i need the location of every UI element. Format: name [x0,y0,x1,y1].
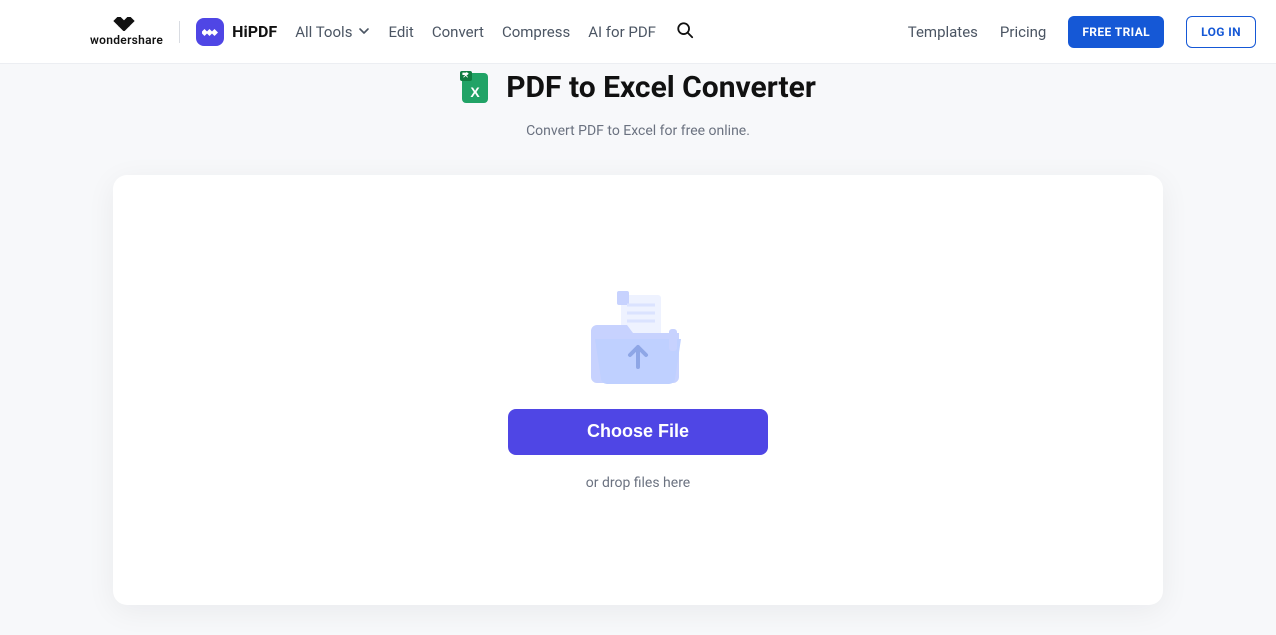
menu-label: Edit [388,23,413,41]
top-nav: wondershare HiPDF All Tools [0,0,1276,64]
hipdf-badge-icon [196,18,224,46]
hero: X PDF to Excel Converter Convert PDF to … [0,64,1276,139]
menu-label: All Tools [295,23,352,41]
hero-title-row: X PDF to Excel Converter [460,70,816,105]
search-icon [676,21,694,43]
menu-convert[interactable]: Convert [432,23,484,41]
page-subtitle: Convert PDF to Excel for free online. [0,123,1276,139]
free-trial-button[interactable]: FREE TRIAL [1068,16,1164,48]
choose-file-button[interactable]: Choose File [508,409,768,455]
drop-hint: or drop files here [586,475,690,491]
login-button[interactable]: LOG IN [1186,16,1256,48]
search-button[interactable] [674,21,696,43]
upload-folder-icon [583,289,693,389]
excel-file-icon: X [460,71,490,105]
logo-block: wondershare HiPDF [90,17,277,46]
divider [179,21,180,43]
wondershare-logo[interactable]: wondershare [90,17,163,46]
upload-panel[interactable]: Choose File or drop files here [113,175,1163,605]
menu-compress[interactable]: Compress [502,23,570,41]
brand-link[interactable]: HiPDF [196,18,277,46]
nav-pricing[interactable]: Pricing [1000,23,1046,41]
page: X PDF to Excel Converter Convert PDF to … [0,64,1276,635]
nav-right: Templates Pricing FREE TRIAL LOG IN [908,16,1256,48]
page-title: PDF to Excel Converter [506,70,816,105]
brand-name: HiPDF [232,22,277,41]
menu-label: AI for PDF [588,23,656,41]
menu-label: Convert [432,23,484,41]
chevron-down-icon [358,23,370,41]
svg-text:X: X [471,84,481,100]
main-menu: All Tools Edit Convert Compress AI for P… [295,21,696,43]
menu-all-tools[interactable]: All Tools [295,23,370,41]
wondershare-mark-icon [113,17,141,31]
menu-ai-for-pdf[interactable]: AI for PDF [588,23,656,41]
menu-label: Compress [502,23,570,41]
menu-edit[interactable]: Edit [388,23,413,41]
wondershare-wordmark: wondershare [90,34,163,46]
nav-templates[interactable]: Templates [908,23,978,41]
